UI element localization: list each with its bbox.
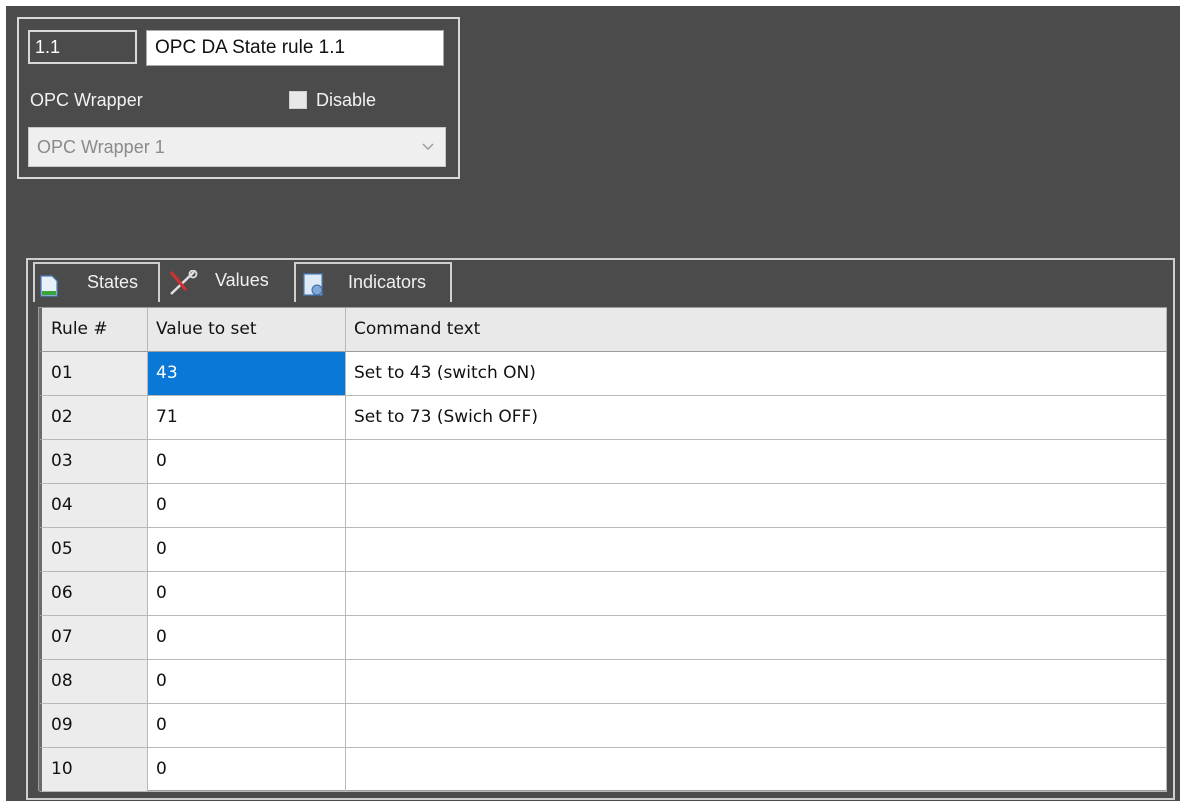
tab-values[interactable]: Values bbox=[162, 260, 292, 304]
tab-indicators[interactable]: Indicators bbox=[294, 262, 452, 302]
value-to-set-cell[interactable]: 0 bbox=[148, 440, 346, 484]
value-to-set-cell[interactable]: 0 bbox=[148, 748, 346, 792]
table-row[interactable]: 09 0 bbox=[39, 704, 1167, 748]
column-header-value[interactable]: Value to set bbox=[148, 308, 346, 352]
command-text-cell[interactable]: Set to 43 (switch ON) bbox=[346, 352, 1167, 396]
value-to-set-cell[interactable]: 43 bbox=[148, 352, 346, 396]
chevron-down-icon bbox=[421, 128, 435, 180]
command-text-cell[interactable] bbox=[346, 440, 1167, 484]
table-row[interactable]: 01 43 Set to 43 (switch ON) bbox=[39, 352, 1167, 396]
table-row[interactable]: 06 0 bbox=[39, 572, 1167, 616]
grid-header-row: Rule # Value to set Command text bbox=[39, 308, 1167, 352]
table-row[interactable]: 05 0 bbox=[39, 528, 1167, 572]
table-row[interactable]: 03 0 bbox=[39, 440, 1167, 484]
command-text-cell[interactable] bbox=[346, 572, 1167, 616]
rule-number-cell[interactable]: 01 bbox=[39, 352, 148, 396]
rule-id-field[interactable]: 1.1 bbox=[28, 30, 137, 64]
table-row[interactable]: 04 0 bbox=[39, 484, 1167, 528]
opc-wrapper-select-value: OPC Wrapper 1 bbox=[37, 137, 165, 157]
rule-name-input[interactable]: OPC DA State rule 1.1 bbox=[146, 30, 444, 66]
opc-wrapper-select[interactable]: OPC Wrapper 1 bbox=[28, 127, 446, 167]
tab-values-label: Values bbox=[215, 270, 269, 290]
indicators-icon bbox=[303, 273, 325, 309]
rule-number-cell[interactable]: 09 bbox=[39, 704, 148, 748]
value-to-set-cell[interactable]: 0 bbox=[148, 616, 346, 660]
table-row[interactable]: 02 71 Set to 73 (Swich OFF) bbox=[39, 396, 1167, 440]
tab-states-label: States bbox=[87, 272, 139, 292]
table-row[interactable]: 08 0 bbox=[39, 660, 1167, 704]
command-text-cell[interactable]: Set to 73 (Swich OFF) bbox=[346, 396, 1167, 440]
rule-number-cell[interactable]: 10 bbox=[39, 748, 148, 792]
command-text-cell[interactable] bbox=[346, 660, 1167, 704]
tab-indicators-label: Indicators bbox=[348, 272, 427, 292]
table-row[interactable]: 07 0 bbox=[39, 616, 1167, 660]
rule-number-cell[interactable]: 02 bbox=[39, 396, 148, 440]
value-to-set-cell[interactable]: 0 bbox=[148, 704, 346, 748]
document-icon bbox=[40, 273, 58, 309]
tools-icon bbox=[168, 269, 198, 308]
rule-number-cell[interactable]: 04 bbox=[39, 484, 148, 528]
value-to-set-cell[interactable]: 0 bbox=[148, 528, 346, 572]
command-text-cell[interactable] bbox=[346, 484, 1167, 528]
tab-states[interactable]: States bbox=[33, 262, 160, 302]
column-header-command[interactable]: Command text bbox=[346, 308, 1167, 352]
table-row[interactable]: 10 0 bbox=[39, 748, 1167, 792]
rule-number-cell[interactable]: 06 bbox=[39, 572, 148, 616]
command-text-cell[interactable] bbox=[346, 616, 1167, 660]
disable-checkbox[interactable] bbox=[289, 91, 307, 109]
rule-number-cell[interactable]: 05 bbox=[39, 528, 148, 572]
rule-number-cell[interactable]: 07 bbox=[39, 616, 148, 660]
opc-wrapper-label: OPC Wrapper bbox=[30, 90, 143, 110]
rule-editor-window: 1.1 OPC DA State rule 1.1 OPC Wrapper Di… bbox=[6, 6, 1180, 801]
command-text-cell[interactable] bbox=[346, 704, 1167, 748]
value-to-set-cell[interactable]: 0 bbox=[148, 572, 346, 616]
column-header-rule[interactable]: Rule # bbox=[39, 308, 148, 352]
command-text-cell[interactable] bbox=[346, 748, 1167, 792]
disable-label[interactable]: Disable bbox=[316, 90, 376, 111]
value-to-set-cell[interactable]: 0 bbox=[148, 660, 346, 704]
rule-number-cell[interactable]: 03 bbox=[39, 440, 148, 484]
value-to-set-cell[interactable]: 71 bbox=[148, 396, 346, 440]
value-to-set-cell[interactable]: 0 bbox=[148, 484, 346, 528]
values-grid: Rule # Value to set Command text 01 43 Set… bbox=[38, 307, 1167, 792]
rule-number-cell[interactable]: 08 bbox=[39, 660, 148, 704]
command-text-cell[interactable] bbox=[346, 528, 1167, 572]
